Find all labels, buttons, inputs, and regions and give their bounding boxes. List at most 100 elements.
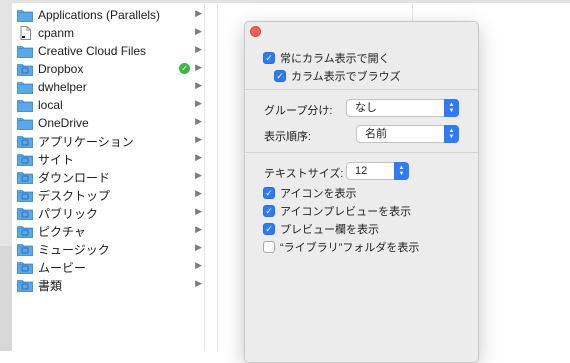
- list-item-label: ムービー: [38, 260, 87, 275]
- movies-folder-icon: [17, 260, 33, 274]
- checkbox-label: アイコンを表示: [280, 188, 357, 200]
- list-item[interactable]: Dropbox ✓ ▶: [14, 60, 204, 78]
- disclosure-arrow-icon[interactable]: ▶: [195, 44, 202, 55]
- left-window-edge: [0, 0, 12, 351]
- text-size-value: 12: [355, 165, 368, 177]
- sort-by-value: 名前: [365, 128, 387, 140]
- show-preview-column-checkbox[interactable]: ✓ プレビュー欄を表示: [263, 221, 379, 237]
- disclosure-arrow-icon[interactable]: ▶: [195, 260, 202, 271]
- disclosure-arrow-icon[interactable]: ▶: [195, 242, 202, 253]
- disclosure-arrow-icon[interactable]: ▶: [195, 62, 202, 73]
- list-item[interactable]: cpanm ▶: [14, 24, 204, 42]
- list-item-label: ダウンロード: [38, 170, 111, 185]
- desktop-folder-icon: [17, 188, 33, 202]
- list-item-label: アプリケーション: [38, 134, 134, 149]
- dropbox-folder-icon: [17, 62, 33, 76]
- list-item[interactable]: ピクチャ ▶: [14, 222, 204, 240]
- text-size-select[interactable]: 12 ▲ ▼: [346, 162, 409, 180]
- group-by-select[interactable]: なし ▲ ▼: [346, 99, 459, 117]
- list-item[interactable]: dwhelper ▶: [14, 78, 204, 96]
- show-library-folder-checkbox[interactable]: “ライブラリ”フォルダを表示: [263, 239, 419, 255]
- list-item[interactable]: パブリック ▶: [14, 204, 204, 222]
- separator: [245, 152, 478, 153]
- list-item[interactable]: 書類 ▶: [14, 276, 204, 294]
- sort-by-label: 表示順序:: [264, 131, 312, 143]
- always-open-column-checkbox[interactable]: ✓ 常にカラム表示で開く: [263, 50, 390, 66]
- list-item-label: Creative Cloud Files: [38, 44, 147, 58]
- list-item-label: サイト: [38, 152, 75, 167]
- list-item-label: cpanm: [38, 26, 75, 40]
- list-item[interactable]: OneDrive ▶: [14, 114, 204, 132]
- checkbox-icon[interactable]: ✓: [263, 52, 275, 64]
- disclosure-arrow-icon[interactable]: ▶: [195, 98, 202, 109]
- disclosure-arrow-icon[interactable]: ▶: [195, 152, 202, 163]
- checkbox-icon[interactable]: ✓: [263, 223, 275, 235]
- disclosure-arrow-icon[interactable]: ▶: [195, 224, 202, 235]
- folder-icon: [17, 80, 33, 94]
- show-icon-preview-checkbox[interactable]: ✓ アイコンプレビューを表示: [263, 203, 411, 219]
- list-item-label: ミュージック: [38, 242, 110, 257]
- list-item[interactable]: ミュージック ▶: [14, 240, 204, 258]
- window-top-edge: [0, 0, 570, 3]
- list-item-label: パブリック: [38, 206, 99, 221]
- list-item[interactable]: ダウンロード ▶: [14, 168, 204, 186]
- group-by-value: なし: [355, 102, 377, 114]
- sort-by-select[interactable]: 名前 ▲ ▼: [356, 125, 459, 143]
- disclosure-arrow-icon[interactable]: ▶: [195, 116, 202, 127]
- list-item-label: 書類: [38, 278, 63, 293]
- checkbox-label: プレビュー欄を表示: [280, 224, 379, 236]
- checkbox-icon[interactable]: ✓: [263, 187, 275, 199]
- disclosure-arrow-icon[interactable]: ▶: [195, 206, 202, 217]
- browse-in-column-checkbox[interactable]: ✓ カラム表示でブラウズ: [274, 68, 401, 84]
- list-item[interactable]: Creative Cloud Files ▶: [14, 42, 204, 60]
- folder-icon: [17, 98, 33, 112]
- list-item-label: local: [38, 98, 63, 112]
- disclosure-arrow-icon[interactable]: ▶: [195, 134, 202, 145]
- checkbox-icon[interactable]: [263, 241, 275, 253]
- show-icons-checkbox[interactable]: ✓ アイコンを表示: [263, 185, 356, 201]
- list-item[interactable]: アプリケーション ▶: [14, 132, 204, 150]
- column-divider[interactable]: [217, 0, 218, 351]
- disclosure-arrow-icon[interactable]: ▶: [195, 8, 202, 19]
- disclosure-arrow-icon[interactable]: ▶: [195, 26, 202, 37]
- list-item-label: Applications (Parallels): [38, 8, 161, 22]
- list-item[interactable]: Applications (Parallels) ▶: [14, 6, 204, 24]
- documents-folder-icon: [17, 278, 33, 292]
- music-folder-icon: [17, 242, 33, 256]
- select-arrows-icon[interactable]: ▲ ▼: [444, 125, 459, 143]
- view-options-panel: ✓ 常にカラム表示で開く ✓ カラム表示でブラウズ グループ分け: なし ▲ ▼ …: [244, 21, 479, 363]
- disclosure-arrow-icon[interactable]: ▶: [195, 170, 202, 181]
- folder-icon: [17, 44, 33, 58]
- public-folder-icon: [17, 206, 33, 220]
- list-item-label: デスクトップ: [38, 188, 111, 203]
- checkbox-icon[interactable]: ✓: [263, 205, 275, 217]
- select-arrows-icon[interactable]: ▲ ▼: [444, 99, 459, 117]
- disclosure-arrow-icon[interactable]: ▶: [195, 80, 202, 91]
- separator: [245, 89, 478, 90]
- list-item-label: dwhelper: [38, 80, 87, 94]
- disclosure-arrow-icon[interactable]: ▶: [195, 188, 202, 199]
- list-item-label: ピクチャ: [38, 224, 86, 239]
- applications-folder-icon: [17, 134, 33, 148]
- list-item[interactable]: サイト ▶: [14, 150, 204, 168]
- disclosure-arrow-icon[interactable]: ▶: [195, 278, 202, 289]
- sync-check-icon: ✓: [179, 63, 190, 74]
- checkbox-icon[interactable]: ✓: [274, 70, 286, 82]
- checkbox-label: “ライブラリ”フォルダを表示: [280, 242, 420, 254]
- checkbox-label: アイコンプレビューを表示: [280, 206, 412, 218]
- group-by-label: グループ分け:: [264, 105, 333, 117]
- folder-icon: [17, 116, 33, 130]
- list-item[interactable]: デスクトップ ▶: [14, 186, 204, 204]
- downloads-folder-icon: [17, 170, 33, 184]
- close-button[interactable]: [250, 26, 261, 37]
- pictures-folder-icon: [17, 224, 33, 238]
- select-arrows-icon[interactable]: ▲ ▼: [394, 162, 409, 180]
- list-item[interactable]: local ▶: [14, 96, 204, 114]
- list-item-label: OneDrive: [38, 116, 89, 130]
- list-item-label: Dropbox: [38, 62, 84, 76]
- list-item[interactable]: ムービー ▶: [14, 258, 204, 276]
- finder-column-list: Applications (Parallels) ▶ cpanm ▶ Creative …: [14, 6, 204, 294]
- column-divider[interactable]: [204, 0, 205, 351]
- folder-icon: [17, 8, 33, 22]
- checkbox-label: 常にカラム表示で開く: [280, 53, 390, 65]
